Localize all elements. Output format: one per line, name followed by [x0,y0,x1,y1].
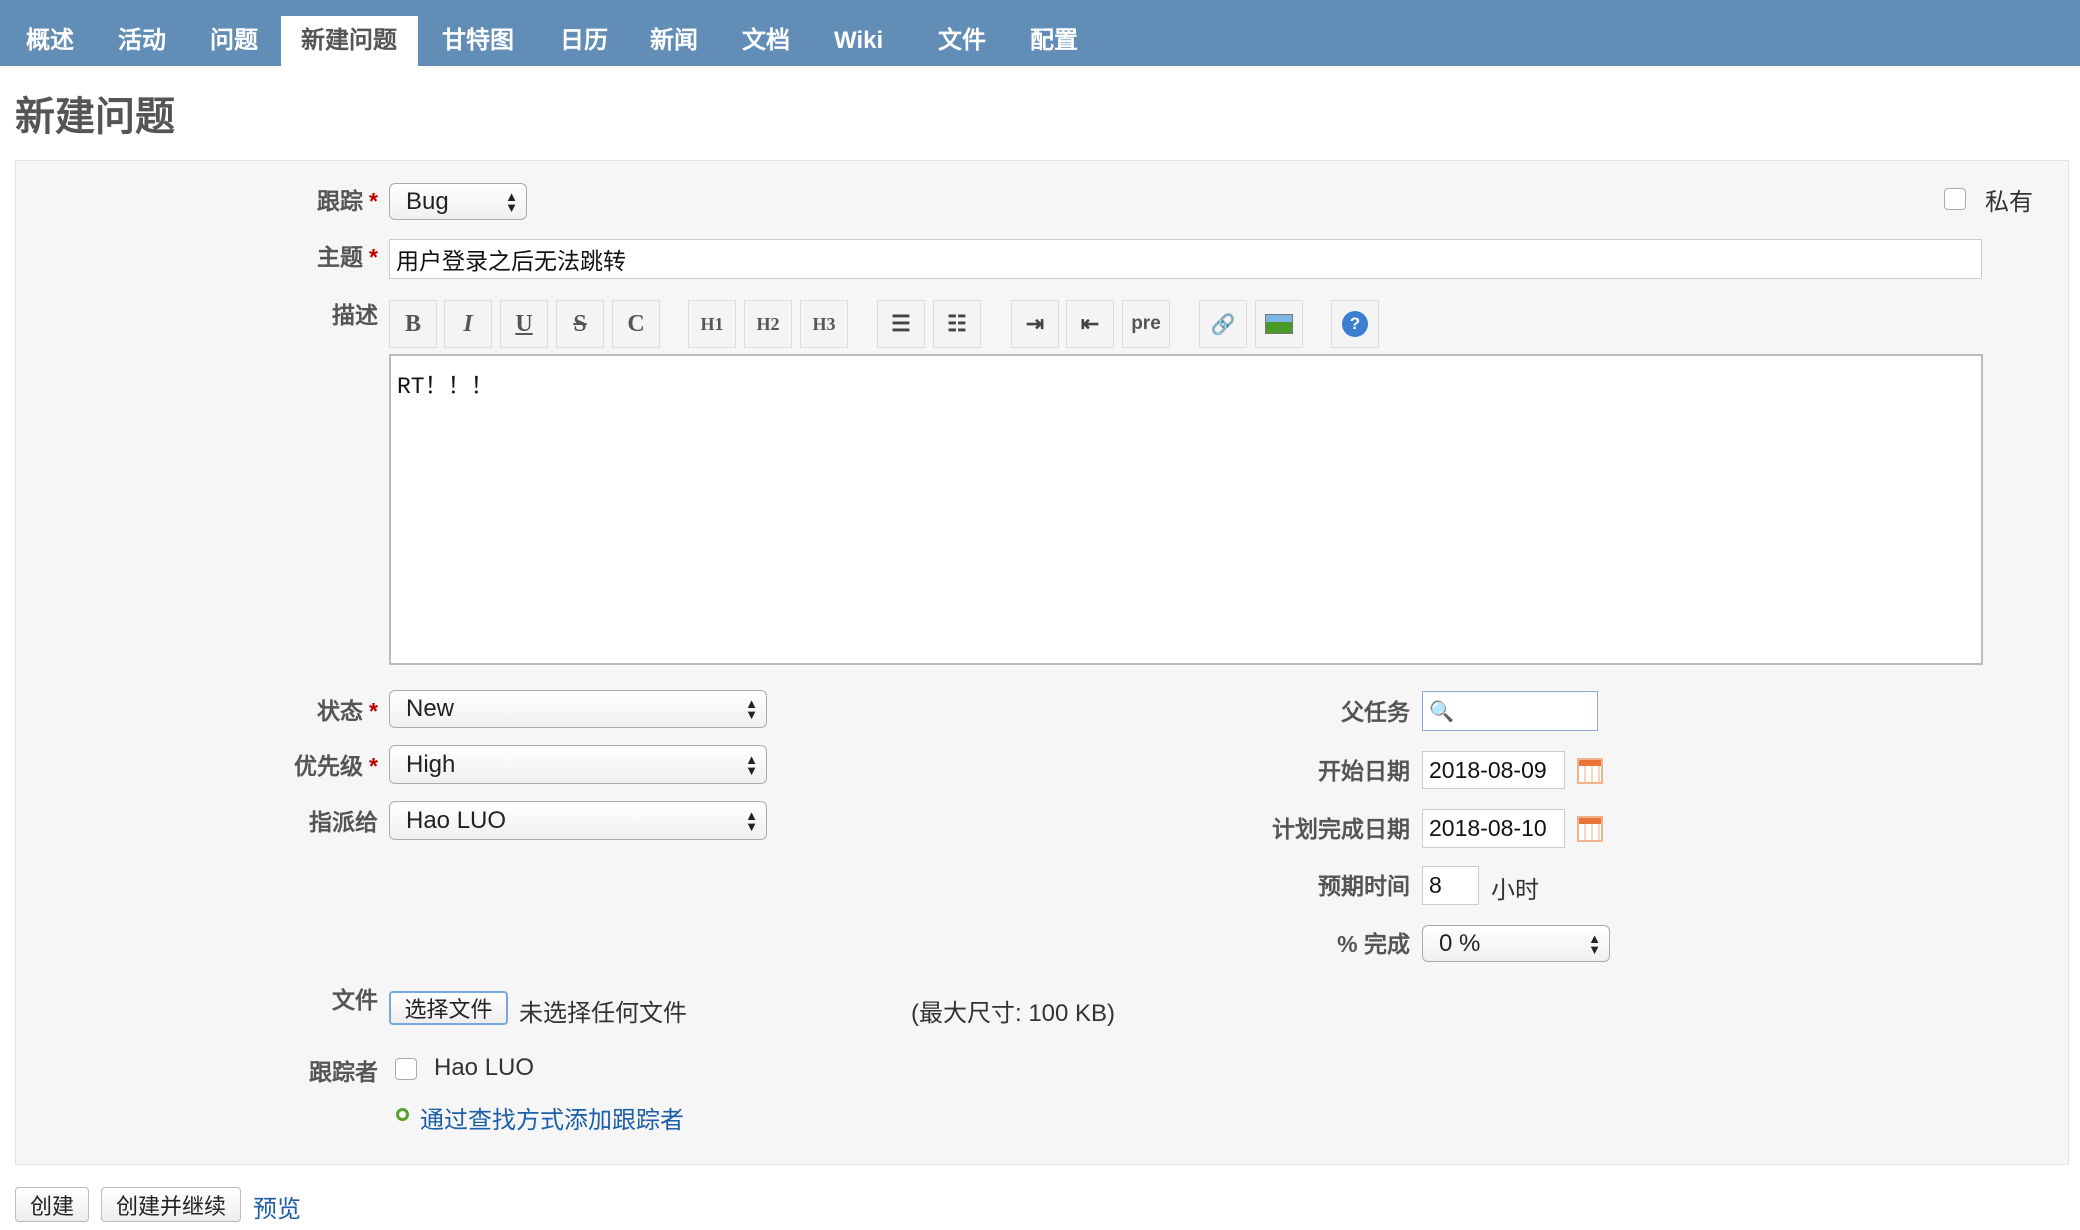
select-arrows-icon: ▲ ▼ [745,696,758,722]
tab-overview[interactable]: 概述 [6,16,94,66]
strikethrough-button[interactable]: S [556,300,604,348]
underline-button[interactable]: U [500,300,548,348]
tracker-select[interactable]: Bug ▲ ▼ [389,183,527,220]
select-arrows-icon: ▲ ▼ [1588,930,1601,957]
assignee-select[interactable]: Hao LUO ▲ ▼ [389,801,767,840]
priority-label: 优先级 * [294,753,378,779]
page-title: 新建问题 [15,95,175,139]
bold-button[interactable]: B [389,300,437,348]
description-textarea[interactable]: RT！！！ [389,354,1983,665]
private-label: 私有 [1985,189,2033,216]
status-select[interactable]: New ▲ ▼ [389,690,767,728]
preview-link[interactable]: 预览 [253,1189,301,1224]
numbered-list-icon[interactable]: ☷ [933,300,981,348]
hours-unit: 小时 [1491,877,1539,904]
watcher-name: Hao LUO [434,1054,535,1081]
tab-issues[interactable]: 问题 [190,16,278,66]
tab-gantt[interactable]: 甘特图 [422,16,534,66]
link-icon[interactable]: 🔗 [1199,300,1247,348]
search-icon: 🔍 [1429,700,1454,723]
parent-task-label: 父任务 [1341,699,1410,725]
description-label: 描述 [332,302,378,328]
calendar-icon[interactable] [1577,816,1603,842]
tracker-label: 跟踪 * [317,188,378,214]
tab-activity[interactable]: 活动 [98,16,186,66]
done-ratio-label: % 完成 [1337,931,1410,957]
select-arrows-icon: ▲ ▼ [745,751,758,778]
private-checkbox[interactable] [1944,188,1966,210]
start-date-input[interactable]: 2018-08-09 [1422,751,1565,789]
due-date-label: 计划完成日期 [1272,816,1410,842]
heading1-button[interactable]: H1 [688,300,736,348]
tab-documents[interactable]: 文档 [722,16,810,66]
choose-file-button[interactable]: 选择文件 [389,991,508,1025]
project-menu: 概述 活动 问题 新建问题 甘特图 日历 新闻 文档 Wiki 文件 配置 [0,0,2080,66]
tab-new-issue[interactable]: 新建问题 [281,16,418,66]
create-continue-button[interactable]: 创建并继续 [101,1187,241,1222]
add-icon [396,1108,409,1121]
tab-wiki[interactable]: Wiki [814,16,903,66]
add-watchers-link[interactable]: 通过查找方式添加跟踪者 [420,1100,684,1135]
help-icon[interactable]: ? [1331,300,1379,348]
watcher-checkbox[interactable] [395,1058,417,1080]
image-icon[interactable] [1255,300,1303,348]
indent-icon[interactable]: ⇥ [1011,300,1059,348]
subject-label: 主题 * [317,244,378,270]
tab-news[interactable]: 新闻 [630,16,718,66]
done-ratio-select[interactable]: 0 % ▲ ▼ [1422,925,1610,962]
assignee-label: 指派给 [309,809,378,835]
select-arrows-icon: ▲ ▼ [745,807,758,834]
max-size-note: (最大尺寸: 100 KB) [911,1000,1116,1027]
calendar-icon[interactable] [1577,758,1603,784]
tab-settings[interactable]: 配置 [1010,16,1098,66]
preformatted-button[interactable]: pre [1122,300,1170,348]
tab-files[interactable]: 文件 [918,16,1006,66]
subject-input[interactable]: 用户登录之后无法跳转 [389,239,1982,279]
heading2-button[interactable]: H2 [744,300,792,348]
code-button[interactable]: C [612,300,660,348]
estimated-time-label: 预期时间 [1318,873,1410,899]
watchers-label: 跟踪者 [309,1059,378,1085]
estimated-time-input[interactable]: 8 [1422,866,1479,905]
select-arrows-icon: ▲ ▼ [505,188,518,215]
tab-calendar[interactable]: 日历 [540,16,628,66]
parent-task-input[interactable]: 🔍 [1422,691,1598,731]
bulleted-list-icon[interactable]: ☰ [877,300,925,348]
start-date-label: 开始日期 [1318,758,1410,784]
create-button[interactable]: 创建 [15,1187,89,1222]
status-label: 状态 * [317,698,378,724]
heading3-button[interactable]: H3 [800,300,848,348]
due-date-input[interactable]: 2018-08-10 [1422,809,1565,848]
outdent-icon[interactable]: ⇤ [1066,300,1114,348]
italic-button[interactable]: I [444,300,492,348]
file-status: 未选择任何文件 [519,1000,687,1027]
priority-select[interactable]: High ▲ ▼ [389,745,767,784]
files-label: 文件 [332,987,378,1013]
